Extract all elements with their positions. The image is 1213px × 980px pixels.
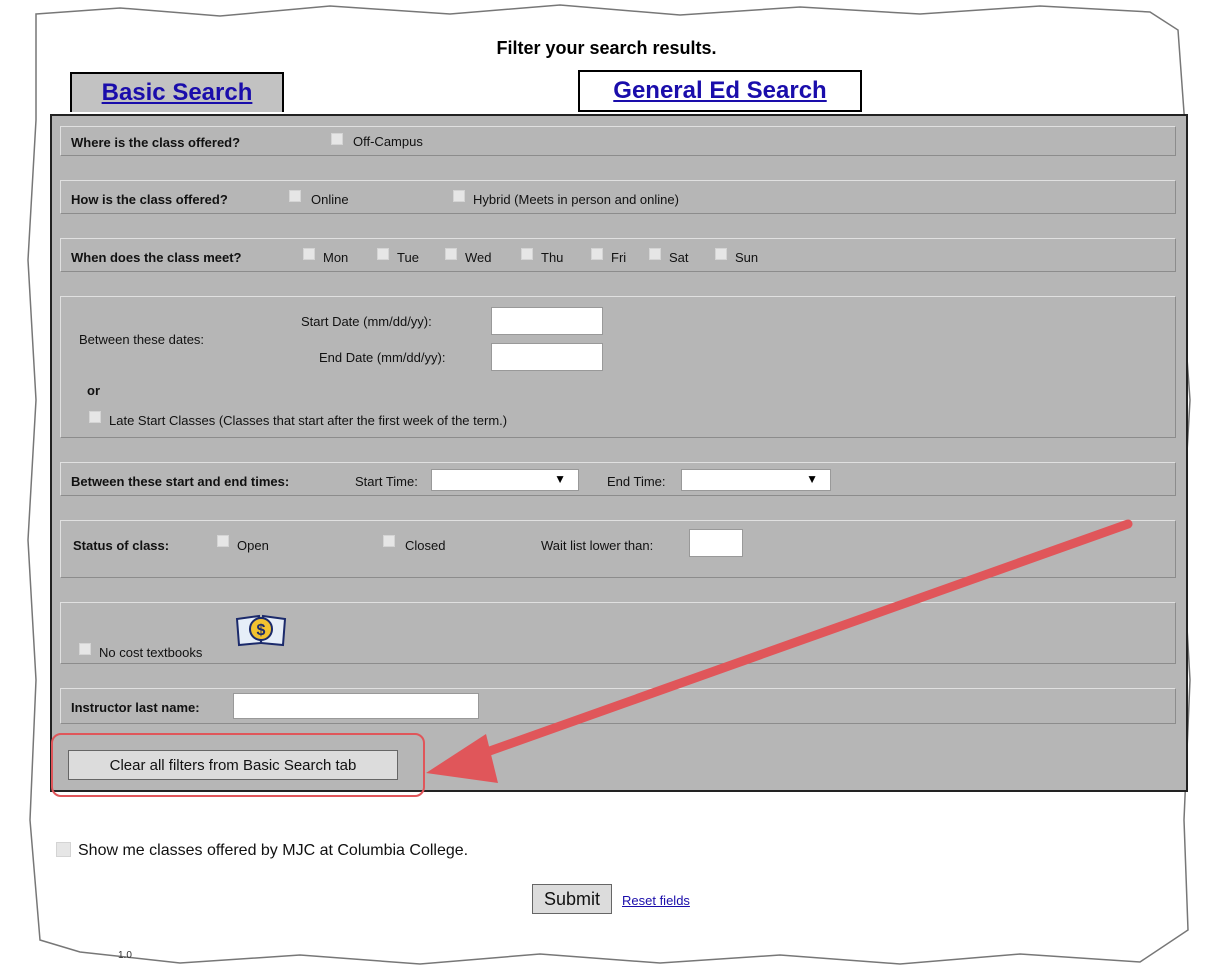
- tab-basic-search[interactable]: Basic Search: [70, 72, 284, 112]
- day-wed-checkbox[interactable]: [445, 248, 457, 260]
- hybrid-label: Hybrid (Meets in person and online): [473, 192, 679, 207]
- no-cost-textbooks-label: No cost textbooks: [99, 645, 203, 660]
- annotation-highlight-box: [51, 733, 425, 797]
- day-thu-label: Thu: [541, 250, 564, 265]
- day-fri-label: Fri: [611, 250, 627, 265]
- day-sun-checkbox[interactable]: [715, 248, 727, 260]
- day-mon-label: Mon: [323, 250, 349, 265]
- start-date-label: Start Date (mm/dd/yy):: [301, 314, 432, 329]
- between-dates-label: Between these dates:: [79, 332, 205, 347]
- times-row: Between these start and end times: Start…: [60, 462, 1176, 496]
- instructor-input[interactable]: [233, 693, 479, 719]
- status-row: Status of class: Open Closed Wait list l…: [60, 520, 1176, 578]
- mjc-columbia-checkbox[interactable]: [56, 842, 71, 857]
- or-label: or: [87, 383, 100, 398]
- dates-row: Between these dates: Start Date (mm/dd/y…: [60, 296, 1176, 438]
- tab-basic-search-link[interactable]: Basic Search: [102, 79, 253, 107]
- end-date-input[interactable]: [491, 343, 603, 371]
- instructor-row: Instructor last name:: [60, 688, 1176, 724]
- late-start-label: Late Start Classes (Classes that start a…: [109, 413, 508, 428]
- times-label: Between these start and end times:: [71, 474, 290, 489]
- start-time-label: Start Time:: [355, 474, 418, 489]
- status-open-label: Open: [237, 538, 269, 553]
- end-time-select[interactable]: ▼: [681, 469, 831, 491]
- start-time-select[interactable]: ▼: [431, 469, 579, 491]
- mjc-columbia-label: Show me classes offered by MJC at Columb…: [78, 842, 469, 859]
- reset-fields-link[interactable]: Reset fields: [622, 893, 690, 908]
- end-time-label: End Time:: [607, 474, 666, 489]
- instructor-label: Instructor last name:: [71, 700, 200, 715]
- textbooks-row: No cost textbooks $: [60, 602, 1176, 664]
- submit-button[interactable]: Submit: [532, 884, 612, 914]
- day-tue-checkbox[interactable]: [377, 248, 389, 260]
- svg-text:$: $: [257, 622, 266, 639]
- status-label: Status of class:: [73, 538, 170, 553]
- start-date-input[interactable]: [491, 307, 603, 335]
- status-open-checkbox[interactable]: [217, 535, 229, 547]
- days-question: When does the class meet?: [71, 250, 242, 265]
- basic-search-panel: Where is the class offered? Off-Campus H…: [50, 114, 1188, 792]
- status-closed-checkbox[interactable]: [383, 535, 395, 547]
- waitlist-label: Wait list lower than:: [541, 538, 654, 553]
- day-wed-label: Wed: [465, 250, 492, 265]
- waitlist-input[interactable]: [689, 529, 743, 557]
- days-row: When does the class meet? Mon Tue Wed Th…: [60, 238, 1176, 272]
- format-question: How is the class offered?: [71, 192, 228, 207]
- day-sat-checkbox[interactable]: [649, 248, 661, 260]
- off-campus-checkbox[interactable]: [331, 133, 343, 145]
- dropdown-arrow-icon: ▼: [554, 472, 566, 486]
- tab-general-ed-search-link[interactable]: General Ed Search: [613, 77, 826, 105]
- late-start-checkbox[interactable]: [89, 411, 101, 423]
- no-cost-textbook-icon: $: [235, 614, 287, 647]
- tab-general-ed-search[interactable]: General Ed Search: [578, 70, 862, 112]
- page-title: Filter your search results.: [496, 38, 717, 58]
- day-sun-label: Sun: [735, 250, 759, 265]
- dropdown-arrow-icon: ▼: [806, 472, 818, 486]
- no-cost-textbooks-checkbox[interactable]: [79, 643, 91, 655]
- day-thu-checkbox[interactable]: [521, 248, 533, 260]
- location-question: Where is the class offered?: [71, 135, 241, 150]
- format-row: How is the class offered? Online Hybrid …: [60, 180, 1176, 214]
- day-mon-checkbox[interactable]: [303, 248, 315, 260]
- online-checkbox[interactable]: [289, 190, 301, 202]
- day-fri-checkbox[interactable]: [591, 248, 603, 260]
- hybrid-checkbox[interactable]: [453, 190, 465, 202]
- version-label: 1.0: [118, 950, 132, 961]
- end-date-label: End Date (mm/dd/yy):: [319, 350, 446, 365]
- location-row: Where is the class offered? Off-Campus: [60, 126, 1176, 156]
- day-tue-label: Tue: [397, 250, 419, 265]
- status-closed-label: Closed: [405, 538, 446, 553]
- online-label: Online: [311, 192, 349, 207]
- off-campus-label: Off-Campus: [353, 134, 423, 149]
- day-sat-label: Sat: [669, 250, 689, 265]
